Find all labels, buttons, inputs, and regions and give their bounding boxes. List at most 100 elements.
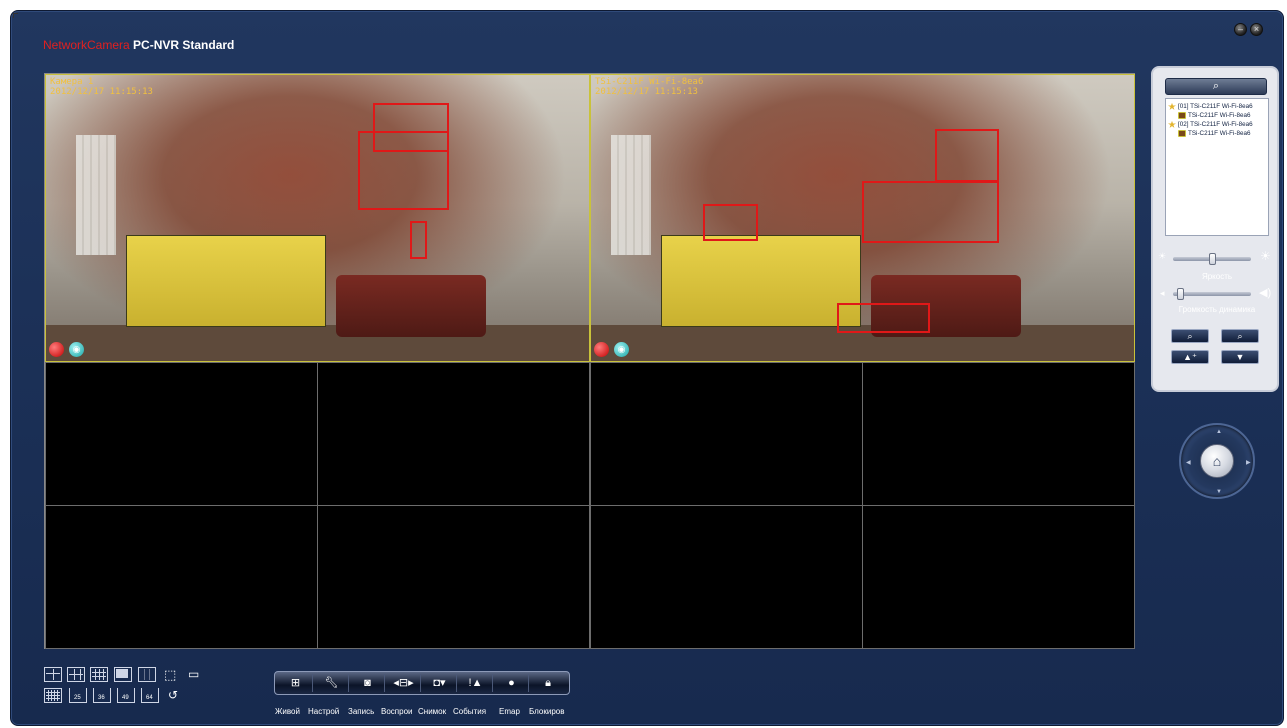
bag [336, 275, 486, 337]
layout-25-button[interactable]: 25 [69, 688, 87, 703]
layout-49-button[interactable]: 49 [117, 688, 135, 703]
pan-left-icon[interactable]: ◀ [1186, 459, 1191, 466]
device-tree: [01] TSi-C211F Wi-Fi-8ea6 TSi-C211F Wi-F… [1165, 98, 1269, 236]
refresh-icon[interactable]: ↺ [168, 688, 186, 703]
globe-icon[interactable]: ● [495, 674, 529, 692]
tree-item[interactable]: TSi-C211F Wi-Fi-8ea6 [1168, 111, 1266, 120]
tree-item-label: [01] TSi-C211F Wi-Fi-8ea6 [1178, 103, 1253, 110]
ptz-joystick[interactable]: ▲ ▼ ◀ ▶ ⌂ [1179, 423, 1255, 499]
device-search-button[interactable]: ⌕ [1165, 78, 1267, 95]
camera-view-2[interactable]: TSi-C211F Wi-Fi-8ea6 2012/12/17 11:15:13… [590, 74, 1135, 362]
volume-high-icon: ◀) [1259, 287, 1272, 299]
layout-16-button[interactable] [90, 667, 108, 682]
window-blind [611, 135, 651, 255]
snapshot-icon[interactable]: ◘▾ [423, 674, 457, 692]
tree-item-label: [02] TSi-C211F Wi-Fi-8ea6 [1178, 121, 1253, 128]
settings-wrench-icon[interactable]: 🔧︎ [315, 674, 349, 692]
camera-icon [1178, 111, 1186, 119]
window-blind [76, 135, 116, 255]
brightness-high-icon: ☀ [1260, 249, 1271, 263]
empty-channel[interactable] [317, 505, 590, 649]
brightness-slider[interactable] [1173, 253, 1251, 265]
empty-channel[interactable] [590, 505, 863, 649]
brightness-low-icon: ☀ [1158, 251, 1167, 261]
pan-down-icon[interactable]: ▼ [1216, 489, 1222, 495]
empty-channel[interactable] [590, 362, 863, 506]
fullscreen-icon[interactable]: ▭ [188, 667, 206, 682]
camera-view-1[interactable]: Камера 1 2012/12/17 11:15:13 ◉ [45, 74, 590, 362]
layout-1plus7-button[interactable] [138, 667, 156, 682]
volume-label: Громкость динамика [1178, 305, 1256, 314]
pan-right-icon[interactable]: ▶ [1246, 459, 1251, 466]
product-name: PC-NVR Standard [133, 38, 235, 52]
brightness-slider-thumb[interactable] [1208, 253, 1216, 265]
audio-status-icon[interactable]: ◉ [614, 342, 629, 357]
motion-box [703, 204, 758, 241]
pan-up-icon[interactable]: ▲ [1216, 429, 1222, 435]
layout-9-button[interactable] [67, 667, 85, 682]
search-icon: ⌕ [1212, 80, 1220, 92]
empty-channel[interactable] [45, 362, 318, 506]
audio-status-icon[interactable]: ◉ [69, 342, 84, 357]
tree-item-label: TSi-C211F Wi-Fi-8ea6 [1188, 130, 1251, 137]
zoom-out-icon: ⌕ [1187, 331, 1193, 341]
playback-icon[interactable]: ◂⊟▸ [387, 674, 421, 692]
toolbar-label-emap[interactable]: Emap [499, 707, 520, 716]
layout-36-button[interactable]: 36 [93, 688, 111, 703]
brand-name: NetworkCamera [43, 38, 130, 52]
home-icon[interactable]: ⌂ [1200, 444, 1234, 478]
layout-number: 36 [98, 695, 105, 701]
tree-item[interactable]: [01] TSi-C211F Wi-Fi-8ea6 [1168, 102, 1266, 111]
tree-item[interactable]: TSi-C211F Wi-Fi-8ea6 [1168, 129, 1266, 138]
layout-number: 64 [146, 695, 153, 701]
camera-timestamp: 2012/12/17 11:15:13 [50, 87, 153, 97]
control-panel: ⌕ [01] TSi-C211F Wi-Fi-8ea6 TSi-C211F Wi… [1151, 66, 1279, 392]
minimize-icon[interactable]: – [1234, 23, 1247, 36]
osd-overlay: TSi-C211F Wi-Fi-8ea6 2012/12/17 11:15:13 [595, 77, 703, 97]
close-icon[interactable]: × [1250, 23, 1263, 36]
toolbar-label-playback[interactable]: Воспрои [381, 707, 412, 716]
record-status-icon[interactable] [594, 342, 609, 357]
events-alarm-icon[interactable]: !▲ [459, 674, 493, 692]
empty-channel[interactable] [317, 362, 590, 506]
tree-item[interactable]: [02] TSi-C211F Wi-Fi-8ea6 [1168, 120, 1266, 129]
layout-64-button[interactable]: 64 [141, 688, 159, 703]
zoom-in-button[interactable]: ⌕ [1221, 329, 1259, 343]
add-preset-button[interactable]: ▲⁺ [1171, 350, 1209, 364]
preset-pin-button[interactable]: ▼ [1221, 350, 1259, 364]
toolbar-label-record[interactable]: Запись [348, 707, 374, 716]
toolbar-label-lock[interactable]: Блокиров [529, 707, 564, 716]
camera-timestamp: 2012/12/17 11:15:13 [595, 87, 698, 97]
motion-box [837, 303, 930, 333]
toolbar-label-live[interactable]: Живой [275, 707, 300, 716]
landscape-plus-icon: ▲⁺ [1183, 352, 1197, 362]
pin-icon: ▼ [1235, 352, 1245, 362]
zoom-out-button[interactable]: ⌕ [1171, 329, 1209, 343]
motion-box [862, 181, 999, 243]
toolbar-label-settings[interactable]: Настрой [308, 707, 339, 716]
nvr-window: NetworkCamera PC-NVR Standard – × Камера… [10, 10, 1284, 726]
tree-item-label: TSi-C211F Wi-Fi-8ea6 [1188, 112, 1251, 119]
toolbar-label-snapshot[interactable]: Снимок [418, 707, 446, 716]
camera-name: Камера 1 [50, 77, 94, 87]
empty-channel[interactable] [45, 505, 318, 649]
layout-20-button[interactable] [44, 688, 62, 703]
layout-1plus5-button[interactable] [114, 667, 132, 682]
motion-box [410, 221, 427, 259]
osd-overlay: Камера 1 2012/12/17 11:15:13 [50, 77, 153, 97]
volume-slider[interactable] [1173, 288, 1251, 300]
empty-channel[interactable] [862, 362, 1135, 506]
camera-name: TSi-C211F Wi-Fi-8ea6 [595, 77, 704, 87]
volume-slider-thumb[interactable] [1176, 288, 1184, 300]
sequence-icon[interactable]: ⬚ [164, 667, 182, 682]
record-icon[interactable]: ◙ [351, 674, 385, 692]
device-group-icon [1168, 120, 1176, 128]
layout-4-button[interactable] [44, 667, 62, 682]
lock-icon[interactable]: 🔒︎ [531, 674, 565, 692]
empty-channel[interactable] [862, 505, 1135, 649]
motion-box [935, 129, 999, 182]
toolbar-label-events[interactable]: События [453, 707, 486, 716]
record-status-icon[interactable] [49, 342, 64, 357]
desk [46, 325, 589, 361]
live-view-icon[interactable]: ⊞ [279, 674, 313, 692]
